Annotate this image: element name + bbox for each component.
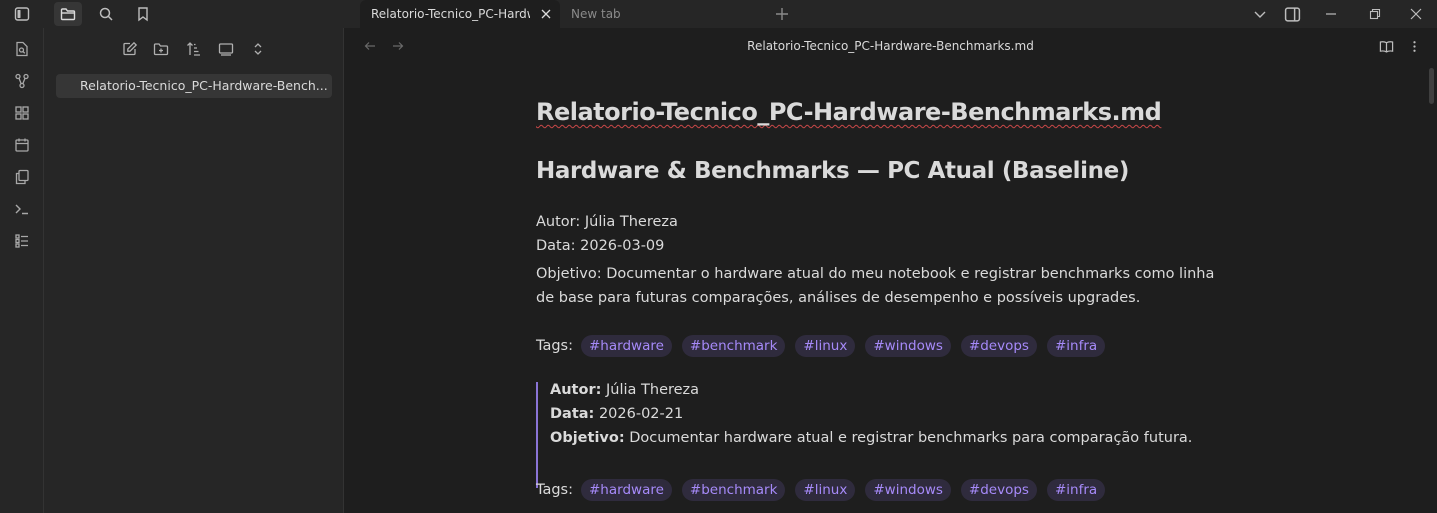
scrollbar-thumb[interactable] xyxy=(1429,68,1434,104)
author-key: Autor: xyxy=(550,382,602,398)
blockquote-objective: Objetivo: Documentar hardware atual e re… xyxy=(550,430,1192,446)
tags-label: Tags: xyxy=(536,338,573,354)
view-header-title[interactable]: Relatorio-Tecnico_PC-Hardware-Benchmarks… xyxy=(344,28,1437,64)
author-line[interactable]: Autor: Júlia Thereza xyxy=(536,214,678,230)
copy-templates-icon[interactable] xyxy=(12,167,32,187)
forward-arrow-icon[interactable] xyxy=(390,38,406,54)
title-bar-left xyxy=(0,0,360,28)
objective-paragraph[interactable]: Objetivo: Documentar o hardware atual do… xyxy=(536,262,1236,310)
blockquote[interactable]: Autor: Júlia Thereza Data: 2026-02-21 Ob… xyxy=(536,382,1236,488)
close-icon[interactable] xyxy=(538,6,554,22)
new-folder-icon[interactable] xyxy=(151,39,171,59)
ribbon xyxy=(0,28,44,513)
collapse-all-icon[interactable] xyxy=(248,39,268,59)
tag-pill[interactable]: #hardware xyxy=(581,479,672,501)
bookmark-icon[interactable] xyxy=(129,0,157,28)
tab-label: New tab xyxy=(571,7,621,21)
tag-pill[interactable]: #linux xyxy=(795,335,856,357)
date-value: 2026-02-21 xyxy=(594,406,684,422)
tag-pill[interactable]: #benchmark xyxy=(681,479,786,501)
tag-pill[interactable]: #benchmark xyxy=(681,335,786,357)
back-arrow-icon[interactable] xyxy=(362,38,378,54)
tags-row-2: Tags: #hardware #benchmark #linux #windo… xyxy=(536,478,1115,502)
terminal-icon[interactable] xyxy=(12,199,32,219)
tag-pill[interactable]: #hardware xyxy=(581,335,672,357)
heading-1[interactable]: Hardware & Benchmarks — PC Atual (Baseli… xyxy=(536,158,1129,184)
file-explorer: Relatorio-Tecnico_PC-Hardware-Bench... xyxy=(44,28,344,513)
date-line[interactable]: Data: 2026-03-09 xyxy=(536,238,664,254)
objective-value: Documentar hardware atual e registrar be… xyxy=(624,430,1193,446)
minimize-icon[interactable] xyxy=(1322,0,1340,28)
new-note-icon[interactable] xyxy=(120,39,140,59)
tab-label: Relatorio-Tecnico_PC-Hardware-Benchmarks… xyxy=(371,7,530,21)
inline-title[interactable]: Relatorio-Tecnico_PC-Hardware-Benchmarks… xyxy=(536,98,1162,126)
date-key: Data: xyxy=(550,406,595,422)
checklist-icon[interactable] xyxy=(12,231,32,251)
calendar-icon[interactable] xyxy=(12,135,32,155)
right-sidebar-toggle-icon[interactable] xyxy=(1281,0,1303,28)
sort-icon[interactable] xyxy=(184,39,204,59)
open-quick-switcher-icon[interactable] xyxy=(12,39,32,59)
search-icon[interactable] xyxy=(92,0,120,28)
canvas-grid-icon[interactable] xyxy=(12,103,32,123)
restore-icon[interactable] xyxy=(1366,0,1384,28)
tags-row: Tags: #hardware #benchmark #linux #windo… xyxy=(536,334,1115,358)
blockquote-date: Data: 2026-02-21 xyxy=(550,406,683,422)
editor-pane: Relatorio-Tecnico_PC-Hardware-Benchmarks… xyxy=(344,28,1437,513)
tag-pill[interactable]: #windows xyxy=(865,479,951,501)
tab-active-note[interactable]: Relatorio-Tecnico_PC-Hardware-Benchmarks… xyxy=(360,0,560,28)
file-tree-item[interactable]: Relatorio-Tecnico_PC-Hardware-Bench... xyxy=(56,74,332,98)
tag-pill[interactable]: #devops xyxy=(960,479,1037,501)
tags-label: Tags: xyxy=(536,482,573,498)
title-bar: Relatorio-Tecnico_PC-Hardware-Benchmarks… xyxy=(0,0,1437,28)
reading-view-book-icon[interactable] xyxy=(1377,37,1395,55)
tag-pill[interactable]: #infra xyxy=(1046,479,1106,501)
graph-view-icon[interactable] xyxy=(12,71,32,91)
chevron-down-icon[interactable] xyxy=(1250,0,1270,28)
more-options-icon[interactable] xyxy=(1405,37,1423,55)
file-explorer-toolbar xyxy=(44,36,344,62)
author-value: Júlia Thereza xyxy=(601,382,700,398)
sidebar-toggle-icon[interactable] xyxy=(8,0,36,28)
blockquote-author: Autor: Júlia Thereza xyxy=(550,382,699,398)
tag-pill[interactable]: #windows xyxy=(865,335,951,357)
view-header: Relatorio-Tecnico_PC-Hardware-Benchmarks… xyxy=(344,28,1437,64)
objective-key: Objetivo: xyxy=(550,430,625,446)
files-folder-icon[interactable] xyxy=(54,2,82,26)
tag-pill[interactable]: #linux xyxy=(795,479,856,501)
tab-new-tab[interactable]: New tab xyxy=(560,0,760,28)
tag-pill[interactable]: #infra xyxy=(1046,335,1106,357)
tag-pill[interactable]: #devops xyxy=(960,335,1037,357)
new-tab-plus-icon[interactable] xyxy=(772,0,792,28)
auto-reveal-icon[interactable] xyxy=(216,39,236,59)
window-close-icon[interactable] xyxy=(1407,0,1425,28)
